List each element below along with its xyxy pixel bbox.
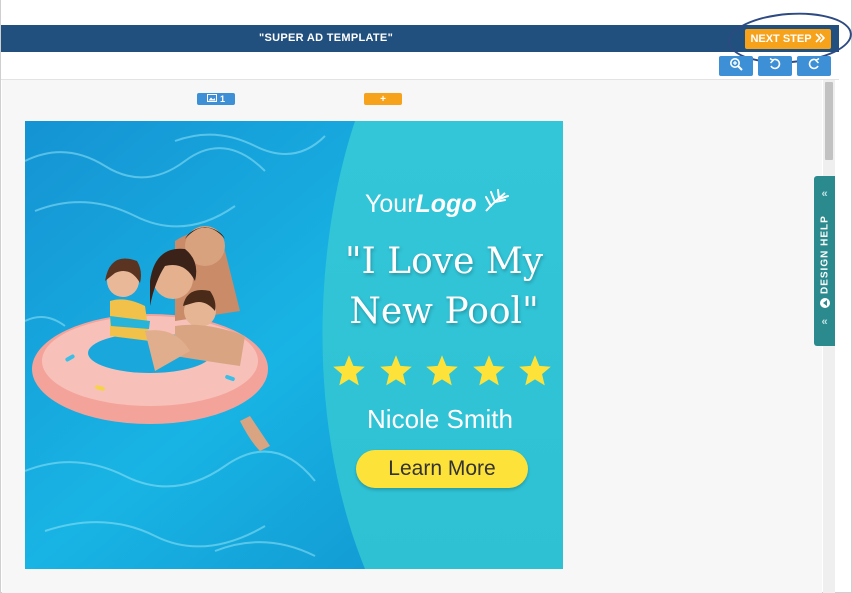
undo-button[interactable] (758, 56, 792, 76)
scrollbar-thumb[interactable] (825, 82, 833, 160)
ad-logo[interactable]: Your Logo (365, 189, 509, 220)
page-title: "SUPER AD TEMPLATE" (259, 32, 394, 44)
headline-line-1: "I Love My (344, 241, 544, 282)
design-help-tab[interactable]: « DESIGN HELP « (814, 176, 835, 346)
chevron-left-icon: « (821, 188, 828, 200)
learn-more-button[interactable]: Learn More (356, 450, 528, 488)
header-bar: "SUPER AD TEMPLATE" NEXT STEP (1, 25, 839, 52)
star-icon (472, 355, 505, 386)
logo-text-bold: Logo (415, 190, 477, 218)
double-chevron-right-icon (814, 32, 826, 46)
star-icon (519, 355, 551, 386)
design-help-text: DESIGN HELP (819, 215, 831, 294)
undo-icon (768, 57, 782, 76)
ad-canvas[interactable]: Your Logo "I Love My New Pool" Nicole Smi… (25, 121, 563, 569)
next-step-button[interactable]: NEXT STEP (745, 29, 831, 49)
logo-text-light: Your (365, 190, 416, 218)
zoom-button[interactable] (719, 56, 753, 76)
design-help-label: DESIGN HELP (818, 212, 832, 308)
image-icon (206, 94, 217, 104)
image-tab-count: 1 (219, 94, 225, 104)
leaf-icon (483, 189, 509, 220)
chevron-left-icon: « (821, 316, 828, 328)
next-step-label: NEXT STEP (750, 33, 812, 45)
headline-line-2: New Pool" (349, 291, 539, 332)
redo-icon (807, 57, 821, 76)
app-frame: "SUPER AD TEMPLATE" NEXT STEP 1 + Your L… (0, 0, 852, 593)
zoom-in-icon (729, 57, 743, 76)
image-layer-tab[interactable]: 1 (197, 93, 235, 105)
star-icon (426, 355, 458, 386)
redo-button[interactable] (797, 56, 831, 76)
star-icon (333, 355, 365, 386)
reviewer-name[interactable]: Nicole Smith (325, 404, 555, 435)
star-icon (379, 355, 412, 386)
add-layer-button[interactable]: + (364, 93, 402, 105)
play-icon (820, 298, 830, 308)
ad-headline[interactable]: "I Love My New Pool" (325, 237, 563, 337)
rating-stars[interactable] (331, 353, 553, 389)
